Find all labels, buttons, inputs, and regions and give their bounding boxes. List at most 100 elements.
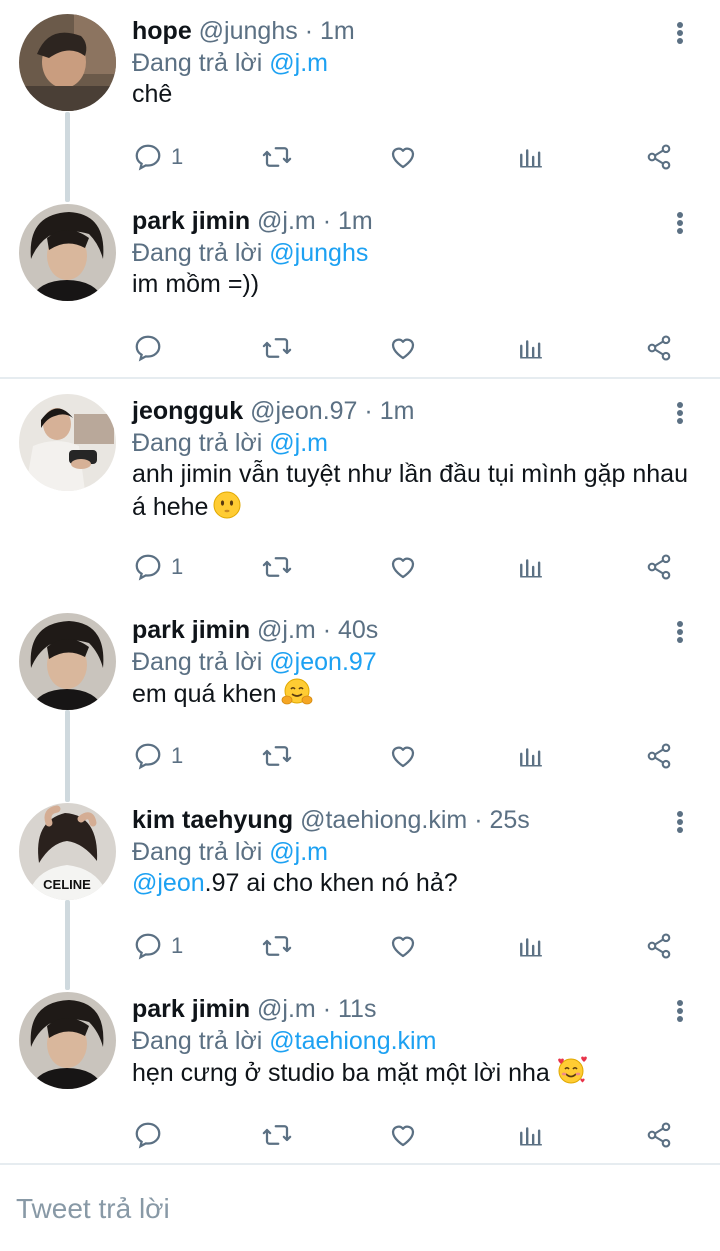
smiling-face-with-hearts-icon bbox=[554, 1056, 588, 1094]
separator: · bbox=[304, 17, 314, 45]
retweet-icon bbox=[262, 147, 292, 167]
replying-to-mention[interactable]: @j.m bbox=[269, 838, 328, 866]
text-mention[interactable]: @jeon bbox=[132, 869, 205, 897]
tweet-header: park jimin @j.m · 40s bbox=[132, 615, 378, 645]
retweet-button[interactable] bbox=[261, 1115, 293, 1155]
like-button[interactable] bbox=[388, 328, 418, 368]
analytics-button[interactable] bbox=[518, 328, 544, 368]
like-button[interactable] bbox=[388, 1115, 418, 1155]
reply-button[interactable]: 1 bbox=[133, 137, 183, 177]
replying-to: Đang trả lời @junghs bbox=[132, 237, 368, 269]
analytics-icon bbox=[520, 1127, 542, 1146]
svg-text:CELINE: CELINE bbox=[43, 877, 91, 892]
reply-button[interactable]: 1 bbox=[133, 736, 183, 776]
tweet-actions: 1 bbox=[0, 547, 720, 587]
replying-to: Đang trả lời @taehiong.kim bbox=[132, 1025, 436, 1057]
retweet-button[interactable] bbox=[261, 137, 293, 177]
retweet-icon bbox=[262, 338, 292, 358]
replying-to-label: Đang trả lời bbox=[132, 1027, 263, 1055]
avatar[interactable] bbox=[19, 394, 116, 491]
user-handle: @j.m bbox=[257, 995, 316, 1023]
like-button[interactable] bbox=[388, 926, 418, 966]
replying-to: Đang trả lời @j.m bbox=[132, 47, 328, 79]
reply-icon bbox=[135, 554, 161, 581]
tweet-header: hope @junghs · 1m bbox=[132, 16, 355, 46]
reply-button[interactable]: 1 bbox=[133, 547, 183, 587]
replying-to-mention[interactable]: @junghs bbox=[269, 239, 368, 267]
retweet-button[interactable] bbox=[261, 926, 293, 966]
tweet-text: hẹn cưng ở studio ba mặt một lời nha bbox=[132, 1056, 692, 1094]
analytics-button[interactable] bbox=[518, 547, 544, 587]
display-name[interactable]: park jimin bbox=[132, 207, 250, 235]
reply-count: 1 bbox=[171, 144, 184, 169]
avatar[interactable] bbox=[19, 14, 116, 111]
share-button[interactable] bbox=[645, 328, 673, 368]
more-options-icon[interactable] bbox=[668, 208, 692, 238]
more-options-icon[interactable] bbox=[668, 18, 692, 48]
tweet-text: chê bbox=[132, 78, 692, 110]
display-name[interactable]: park jimin bbox=[132, 995, 250, 1023]
smiling-face-icon bbox=[212, 490, 242, 528]
more-options-icon[interactable] bbox=[668, 996, 692, 1026]
tweet-header: jeongguk @jeon.97 · 1m bbox=[132, 396, 414, 426]
user-handle: @j.m bbox=[257, 616, 316, 644]
share-button[interactable] bbox=[645, 926, 673, 966]
reply-count: 1 bbox=[171, 743, 184, 768]
display-name[interactable]: hope bbox=[132, 17, 192, 45]
share-button[interactable] bbox=[645, 547, 673, 587]
avatar[interactable] bbox=[19, 204, 116, 301]
analytics-button[interactable] bbox=[518, 137, 544, 177]
timestamp: 25s bbox=[489, 806, 530, 834]
timestamp: 1m bbox=[319, 17, 355, 45]
analytics-button[interactable] bbox=[518, 1115, 544, 1155]
share-button[interactable] bbox=[645, 736, 673, 776]
user-handle: @jeon.97 bbox=[250, 397, 358, 425]
tweet-header: park jimin @j.m · 1m bbox=[132, 206, 373, 236]
share-button[interactable] bbox=[645, 1115, 673, 1155]
analytics-button[interactable] bbox=[518, 926, 544, 966]
more-options-icon[interactable] bbox=[668, 398, 692, 428]
avatar[interactable] bbox=[19, 613, 116, 710]
display-name[interactable]: jeongguk bbox=[132, 397, 243, 425]
retweet-button[interactable] bbox=[261, 736, 293, 776]
share-icon bbox=[647, 1122, 671, 1148]
avatar[interactable] bbox=[19, 992, 116, 1089]
reply-button[interactable] bbox=[133, 328, 171, 368]
reply-icon bbox=[135, 144, 161, 171]
retweet-button[interactable] bbox=[261, 328, 293, 368]
retweet-button[interactable] bbox=[261, 547, 293, 587]
separator: · bbox=[474, 806, 483, 834]
heart-icon bbox=[391, 557, 415, 579]
reply-button[interactable] bbox=[133, 1115, 171, 1155]
tweet-text-content: im mồm =)) bbox=[132, 270, 260, 298]
reply-button[interactable]: 1 bbox=[133, 926, 183, 966]
replying-to-mention[interactable]: @j.m bbox=[269, 429, 328, 457]
more-options-icon[interactable] bbox=[668, 617, 692, 647]
replying-to-label: Đang trả lời bbox=[132, 838, 263, 866]
replying-to-mention[interactable]: @jeon.97 bbox=[269, 648, 376, 676]
share-button[interactable] bbox=[645, 137, 673, 177]
tweet-text: em quá khen bbox=[132, 677, 692, 715]
timestamp: 1m bbox=[379, 397, 415, 425]
like-button[interactable] bbox=[388, 137, 418, 177]
more-options-icon[interactable] bbox=[668, 807, 692, 837]
reply-composer[interactable]: Tweet trả lời bbox=[0, 1165, 720, 1251]
heart-icon bbox=[391, 338, 415, 360]
reply-icon bbox=[135, 743, 161, 770]
tweet-actions bbox=[0, 328, 720, 368]
reply-input-placeholder[interactable]: Tweet trả lời bbox=[16, 1193, 170, 1225]
replying-to-label: Đang trả lời bbox=[132, 239, 263, 267]
display-name[interactable]: park jimin bbox=[132, 616, 250, 644]
replying-to-mention[interactable]: @j.m bbox=[269, 49, 328, 77]
retweet-icon bbox=[262, 936, 292, 956]
heart-icon bbox=[391, 936, 415, 958]
like-button[interactable] bbox=[388, 547, 418, 587]
analytics-button[interactable] bbox=[518, 736, 544, 776]
tweet-actions: 1 bbox=[0, 736, 720, 776]
replying-to: Đang trả lời @jeon.97 bbox=[132, 646, 377, 678]
like-button[interactable] bbox=[388, 736, 418, 776]
avatar[interactable]: CELINE bbox=[19, 803, 116, 900]
user-handle: @j.m bbox=[257, 207, 316, 235]
replying-to-mention[interactable]: @taehiong.kim bbox=[269, 1027, 436, 1055]
display-name[interactable]: kim taehyung bbox=[132, 806, 293, 834]
